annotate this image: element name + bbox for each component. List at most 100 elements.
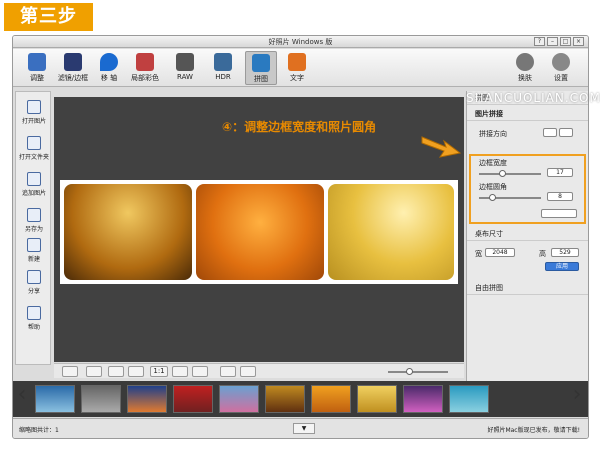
thumbnail[interactable] — [35, 385, 75, 413]
thumbnail[interactable] — [357, 385, 397, 413]
tool-text[interactable]: 文字 — [281, 51, 313, 85]
chevron-down-icon[interactable]: ▼ — [293, 423, 315, 434]
open-image-button[interactable]: 打开图片 — [16, 100, 52, 125]
title-bar: 好照片 Windows 版 ? – □ × — [13, 36, 588, 48]
collage-icon — [252, 54, 270, 72]
collage-strip — [60, 180, 458, 284]
minimize-button[interactable]: – — [547, 37, 558, 46]
direction-label: 拼接方向 — [479, 130, 507, 138]
right-panel: 拼图 图片拼接 拼接方向 边框宽度 17 边框圆角 8 桌布尺寸 宽 2048 … — [466, 91, 588, 381]
thumbnail[interactable] — [449, 385, 489, 413]
width-label: 宽 — [475, 250, 482, 258]
status-bar: 缩略图共计：1 ▼ 好照片Mac版现已发布，敬请下载! — [13, 418, 588, 438]
status-count: 缩略图共计：1 — [19, 427, 59, 434]
new-icon — [27, 238, 41, 252]
watermark: SHANCUOLIAN.COM — [466, 91, 600, 105]
fit-button[interactable] — [86, 366, 102, 377]
thumbnail[interactable] — [81, 385, 121, 413]
collage-photo-3[interactable] — [328, 184, 454, 280]
section-free-collage[interactable]: 自由拼图 — [467, 281, 588, 295]
tool-collage[interactable]: 拼图 — [245, 51, 277, 85]
thumbnail[interactable] — [311, 385, 351, 413]
save-icon — [27, 208, 41, 222]
undo-button[interactable] — [220, 366, 236, 377]
raw-icon — [176, 53, 194, 71]
tool-hdr[interactable]: HDR — [207, 51, 239, 85]
step-banner: 第三步 — [4, 3, 93, 31]
tool-skin[interactable]: 换肤 — [509, 51, 541, 85]
append-image-icon — [27, 172, 41, 186]
apply-button[interactable]: 应用 — [545, 262, 579, 271]
share-icon — [27, 270, 41, 284]
help-button-side[interactable]: 帮助 — [16, 306, 52, 331]
tiltshift-icon — [100, 53, 118, 71]
direction-horizontal[interactable] — [543, 128, 557, 137]
editing-canvas[interactable] — [54, 97, 464, 362]
tool-tiltshift[interactable]: 移 轴 — [93, 51, 125, 85]
border-width-slider[interactable] — [479, 173, 541, 175]
actual-size-button[interactable]: 1:1 — [150, 366, 168, 377]
help-icon — [27, 306, 41, 320]
zoom-knob[interactable] — [406, 368, 413, 375]
corner-radius-knob[interactable] — [489, 194, 496, 201]
tool-adjust[interactable]: 调整 — [21, 51, 53, 85]
rotate-left-button[interactable] — [172, 366, 188, 377]
thumbnail-next-button[interactable]: › — [570, 380, 584, 410]
section-collage[interactable]: 图片拼接 — [467, 107, 588, 121]
border-color-picker[interactable] — [541, 209, 577, 218]
print-button[interactable] — [108, 366, 124, 377]
thumbnail-prev-button[interactable]: ‹ — [15, 380, 29, 410]
new-button[interactable]: 新建 — [16, 238, 52, 263]
tool-local-color[interactable]: 局部彩色 — [129, 51, 161, 85]
width-input[interactable]: 2048 — [485, 248, 515, 257]
share-button[interactable]: 分享 — [16, 270, 52, 295]
direction-vertical[interactable] — [559, 128, 573, 137]
left-sidebar: 打开图片 打开文件夹 追加图片 另存为 新建 分享 帮助 — [15, 91, 51, 365]
close-button[interactable]: × — [573, 37, 584, 46]
move-button[interactable] — [128, 366, 144, 377]
border-width-knob[interactable] — [499, 170, 506, 177]
collage-photo-1[interactable] — [64, 184, 192, 280]
redo-button[interactable] — [240, 366, 256, 377]
collage-photo-2[interactable] — [196, 184, 324, 280]
tool-settings[interactable]: 设置 — [545, 51, 577, 85]
save-as-button[interactable]: 另存为 — [16, 208, 52, 233]
thumbnail[interactable] — [403, 385, 443, 413]
open-image-icon — [27, 100, 41, 114]
rotate-right-button[interactable] — [192, 366, 208, 377]
section-canvas-size[interactable]: 桌布尺寸 — [467, 227, 588, 241]
border-width-input[interactable]: 17 — [547, 168, 573, 177]
height-input[interactable]: 529 — [551, 248, 579, 257]
text-icon — [288, 53, 306, 71]
filter-icon — [64, 53, 82, 71]
thumbnail[interactable] — [265, 385, 305, 413]
local-color-icon — [136, 53, 154, 71]
maximize-button[interactable]: □ — [560, 37, 571, 46]
zoom-slider[interactable] — [388, 371, 448, 373]
help-button[interactable]: ? — [534, 37, 545, 46]
border-width-label: 边框宽度 — [479, 159, 507, 167]
thumbnail[interactable] — [219, 385, 259, 413]
gear-icon — [552, 53, 570, 71]
thumbnail[interactable] — [127, 385, 167, 413]
thumbnail[interactable] — [173, 385, 213, 413]
tool-raw[interactable]: RAW — [169, 51, 201, 85]
main-toolbar: 调整 滤镜/边框 移 轴 局部彩色 RAW HDR 拼图 文字 换肤 设置 — [13, 49, 588, 87]
canvas-toolbar: 1:1 — [54, 363, 464, 378]
tutorial-annotation: ④：调整边框宽度和照片圆角 — [222, 120, 377, 134]
hdr-icon — [214, 53, 232, 71]
skin-icon — [516, 53, 534, 71]
annotation-arrow-icon — [421, 136, 462, 158]
crop-button[interactable] — [62, 366, 78, 377]
thumbnail-strip — [13, 381, 588, 417]
append-image-button[interactable]: 追加图片 — [16, 172, 52, 197]
height-label: 高 — [539, 250, 546, 258]
window-title: 好照片 Windows 版 — [268, 38, 333, 46]
status-message: 好照片Mac版现已发布，敬请下载! — [487, 427, 580, 434]
adjust-icon — [28, 53, 46, 71]
corner-radius-label: 边框圆角 — [479, 183, 507, 191]
open-folder-button[interactable]: 打开文件夹 — [16, 136, 52, 161]
folder-icon — [27, 136, 41, 150]
corner-radius-input[interactable]: 8 — [547, 192, 573, 201]
tool-filter[interactable]: 滤镜/边框 — [57, 51, 89, 85]
